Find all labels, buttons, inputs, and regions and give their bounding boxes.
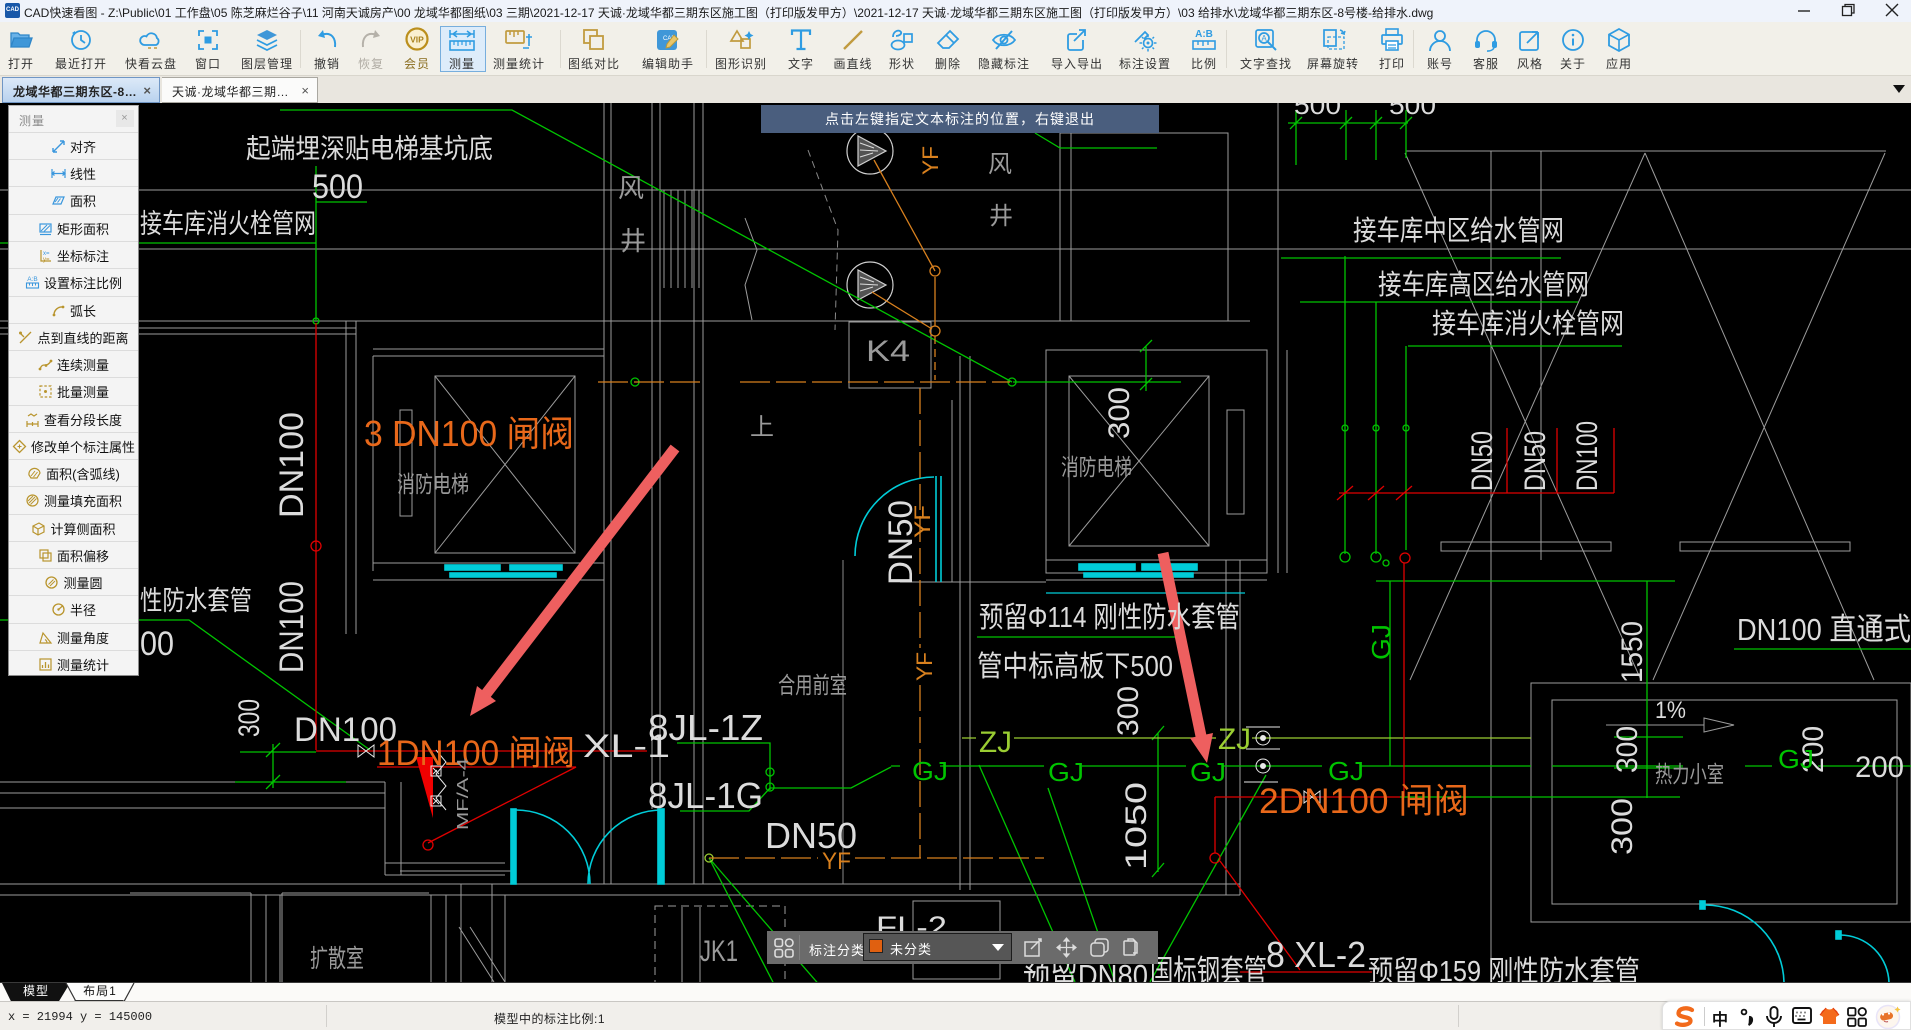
svg-text:YF: YF: [822, 848, 851, 875]
svg-text:300: 300: [1611, 726, 1644, 773]
svg-text:A:B: A:B: [27, 276, 37, 283]
svg-text:500: 500: [1294, 103, 1341, 120]
svg-text:A:B: A:B: [1195, 29, 1213, 40]
svg-text:00: 00: [140, 625, 174, 663]
svg-text:8JL-1G: 8JL-1G: [648, 775, 763, 816]
svg-text:上: 上: [750, 414, 774, 441]
svg-text:200: 200: [1855, 751, 1904, 784]
svg-text:y=: y=: [43, 257, 50, 263]
svg-text:预留Φ114 刚性防水套管: 预留Φ114 刚性防水套管: [979, 601, 1240, 634]
svg-text:1550: 1550: [1616, 621, 1649, 683]
svg-text:DN100: DN100: [273, 412, 311, 518]
svg-text:热力小室: 热力小室: [1655, 761, 1724, 787]
svg-text:DN100: DN100: [273, 581, 311, 673]
svg-text:DN100 直通式: DN100 直通式: [1737, 612, 1911, 647]
svg-text:300: 300: [233, 699, 266, 737]
svg-text:K4: K4: [866, 335, 910, 368]
svg-text:ZJ: ZJ: [979, 726, 1012, 759]
svg-text:300: 300: [1606, 798, 1639, 855]
svg-text:井: 井: [620, 226, 646, 256]
svg-text:国标钢套管: 国标钢套管: [1150, 954, 1267, 982]
svg-text:GJ: GJ: [1778, 744, 1814, 774]
svg-text:消防电梯: 消防电梯: [1061, 454, 1132, 480]
svg-text:8 XL-2: 8 XL-2: [1266, 934, 1366, 975]
svg-text:A: A: [1261, 34, 1267, 43]
svg-text:GJ: GJ: [912, 756, 948, 786]
svg-text:合用前室: 合用前室: [778, 672, 847, 698]
svg-text:YF: YF: [918, 146, 943, 175]
svg-text:DN50: DN50: [1519, 431, 1552, 491]
svg-text:GJ: GJ: [1328, 756, 1364, 786]
svg-text:GJ: GJ: [1366, 624, 1396, 660]
svg-text:井: 井: [989, 203, 1013, 230]
svg-text:扩散室: 扩散室: [310, 945, 364, 973]
svg-text:MF/A-4: MF/A-4: [455, 758, 472, 830]
svg-text:消防电梯: 消防电梯: [397, 471, 469, 497]
svg-text:接车库高区给水管网: 接车库高区给水管网: [1378, 269, 1589, 300]
svg-text:JK1: JK1: [700, 935, 738, 968]
svg-text:GJ: GJ: [1190, 757, 1226, 787]
svg-text:VIP: VIP: [410, 35, 424, 45]
svg-text:性防水套管: 性防水套管: [140, 586, 252, 616]
svg-text:接车库消火栓管网: 接车库消火栓管网: [1432, 308, 1624, 339]
svg-text:DN50: DN50: [882, 500, 920, 585]
svg-text:500: 500: [1389, 103, 1436, 120]
svg-text:预留Φ159 刚性防水套管: 预留Φ159 刚性防水套管: [1368, 955, 1640, 982]
svg-text:1DN100 闸阀: 1DN100 闸阀: [377, 734, 575, 773]
svg-text:DN50: DN50: [1466, 431, 1499, 491]
svg-text:8JL-1Z: 8JL-1Z: [648, 707, 763, 748]
svg-text:接车库中区给水管网: 接车库中区给水管网: [1353, 215, 1564, 246]
svg-text:GJ: GJ: [1048, 757, 1084, 787]
svg-text:1%: 1%: [1655, 697, 1686, 724]
svg-text:3 DN100 闸阀: 3 DN100 闸阀: [364, 413, 574, 454]
svg-text:风: 风: [618, 173, 644, 203]
svg-text:ZJ: ZJ: [1218, 723, 1251, 756]
svg-text:接车库消火栓管网: 接车库消火栓管网: [140, 209, 316, 239]
svg-text:300: 300: [1103, 387, 1136, 439]
svg-text:起端埋深贴电梯基坑底: 起端埋深贴电梯基坑底: [246, 134, 493, 164]
svg-text:500: 500: [312, 168, 363, 206]
svg-text:300: 300: [1112, 686, 1145, 736]
svg-text:管中标高板下500: 管中标高板下500: [977, 650, 1173, 683]
svg-text:2DN100 闸阀: 2DN100 闸阀: [1259, 782, 1469, 821]
svg-text:DN100: DN100: [1571, 421, 1604, 491]
svg-text:风: 风: [988, 151, 1012, 178]
svg-text:YF: YF: [912, 652, 937, 681]
svg-text:1050: 1050: [1120, 782, 1153, 870]
